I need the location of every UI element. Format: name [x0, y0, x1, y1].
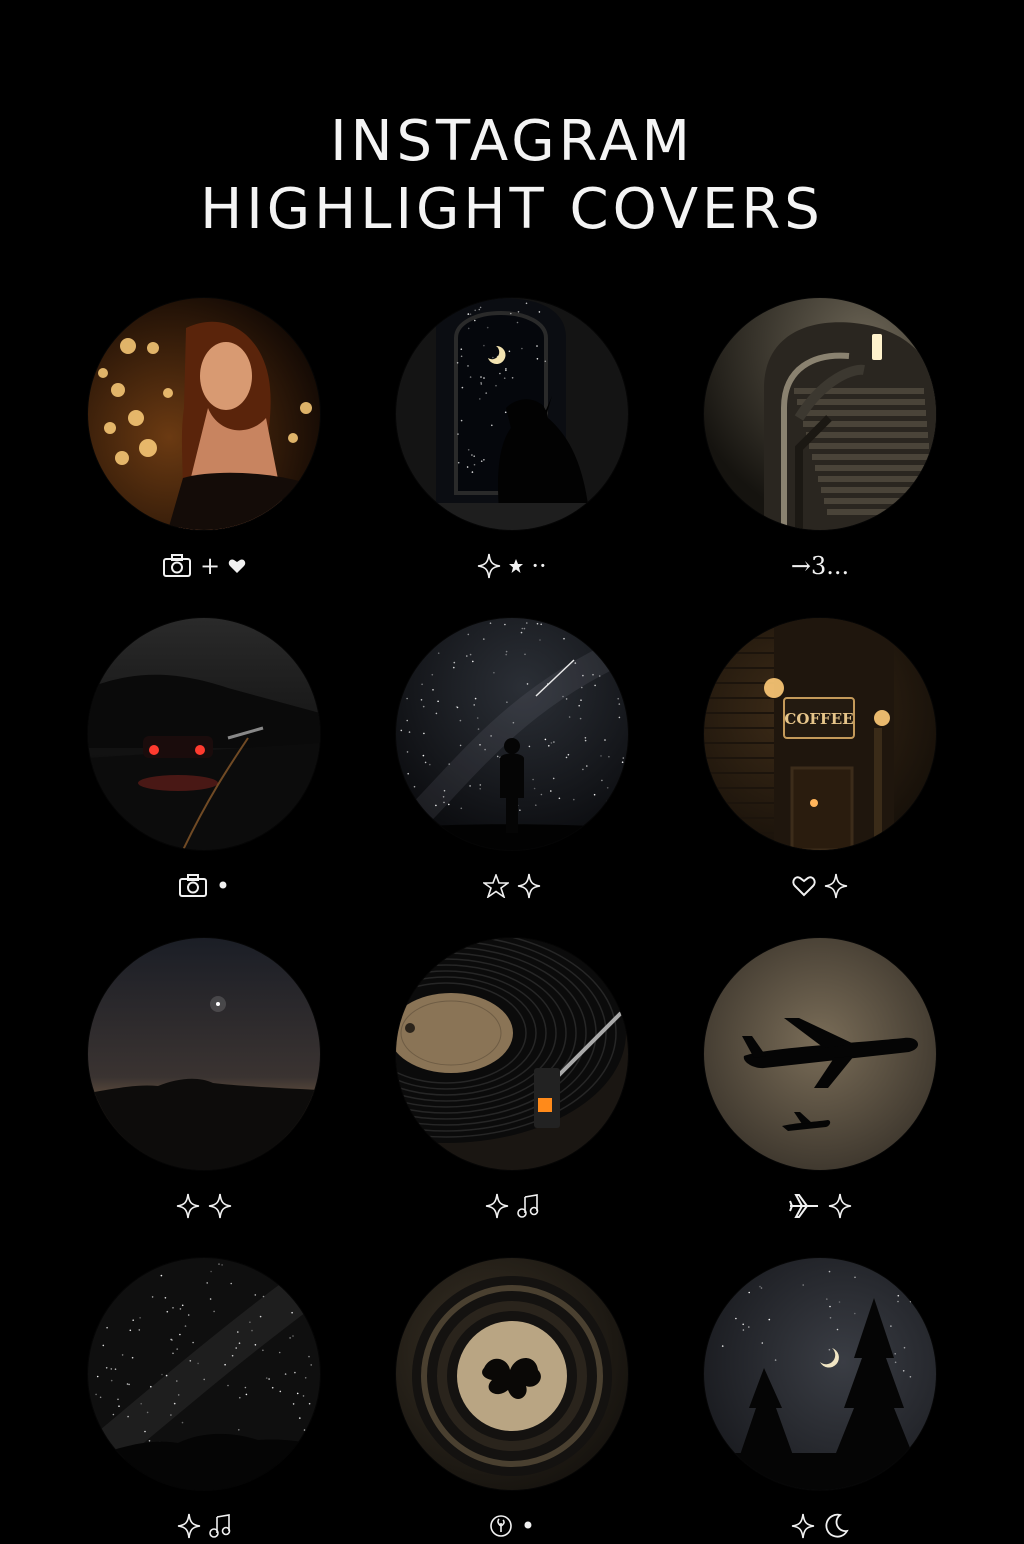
star-icon — [509, 559, 524, 573]
label-text: ·· — [531, 552, 547, 580]
sparkle-icon — [177, 1513, 201, 1539]
camera-icon — [178, 874, 208, 898]
cover-image[interactable] — [396, 298, 628, 530]
sparkle-icon — [824, 873, 848, 899]
heart-icon — [228, 558, 246, 574]
highlight-cover[interactable]: →3... — [704, 298, 936, 578]
sparkle-icon — [517, 873, 541, 899]
title-line-1: INSTAGRAM — [330, 109, 694, 174]
highlight-cover[interactable]: COFFEE — [704, 618, 936, 899]
cover-label: + — [88, 548, 320, 584]
cover-label: ·· — [396, 548, 628, 584]
highlight-cover[interactable] — [704, 1258, 936, 1539]
highlight-cover[interactable]: + — [88, 298, 320, 578]
highlight-cover[interactable]: • — [88, 618, 320, 898]
coffee-sign-text: COFFEE — [784, 710, 853, 728]
cover-image[interactable] — [396, 938, 628, 1170]
highlight-cover[interactable] — [704, 938, 936, 1219]
label-text: →3... — [790, 552, 850, 580]
cover-image[interactable] — [704, 938, 936, 1170]
cover-label — [704, 1508, 936, 1544]
title-line-2: HIGHLIGHT COVERS — [200, 177, 824, 242]
sparkle-icon — [791, 1513, 815, 1539]
cover-image[interactable] — [88, 298, 320, 530]
highlight-cover[interactable] — [88, 938, 320, 1219]
cover-image[interactable] — [88, 1258, 320, 1490]
highlight-cover[interactable] — [396, 938, 628, 1219]
plane-icon — [788, 1193, 820, 1219]
cover-image[interactable] — [396, 1258, 628, 1490]
cover-image[interactable] — [88, 618, 320, 850]
sparkle-icon — [176, 1193, 200, 1219]
label-text: + — [199, 552, 221, 580]
cover-label: • — [396, 1508, 628, 1544]
cover-image[interactable] — [88, 938, 320, 1170]
cover-image[interactable] — [704, 1258, 936, 1490]
cover-image[interactable] — [704, 298, 936, 530]
camera-icon — [162, 554, 192, 578]
sparkle-icon — [477, 553, 501, 579]
cover-label — [396, 1188, 628, 1224]
sparkle-icon — [485, 1193, 509, 1219]
cover-label: →3... — [704, 548, 936, 584]
highlight-cover[interactable]: ·· — [396, 298, 628, 579]
star-outline-icon — [483, 874, 509, 898]
page-title: INSTAGRAM HIGHLIGHT COVERS — [0, 108, 1024, 244]
label-text: • — [215, 872, 231, 900]
music-icon — [209, 1514, 231, 1538]
moon-icon — [823, 1513, 849, 1539]
highlight-cover[interactable] — [396, 618, 628, 899]
heart-outline-icon — [792, 875, 816, 897]
cover-image[interactable] — [396, 618, 628, 850]
plant-icon — [489, 1514, 513, 1538]
label-text: • — [520, 1512, 536, 1540]
highlight-cover[interactable] — [88, 1258, 320, 1539]
cover-label: • — [88, 868, 320, 904]
cover-label — [396, 868, 628, 904]
sparkle-icon — [208, 1193, 232, 1219]
music-icon — [517, 1194, 539, 1218]
highlight-cover[interactable]: • — [396, 1258, 628, 1538]
cover-label — [704, 868, 936, 904]
cover-label — [88, 1508, 320, 1544]
cover-image[interactable]: COFFEE — [704, 618, 936, 850]
cover-label — [88, 1188, 320, 1224]
sparkle-icon — [828, 1193, 852, 1219]
cover-label — [704, 1188, 936, 1224]
